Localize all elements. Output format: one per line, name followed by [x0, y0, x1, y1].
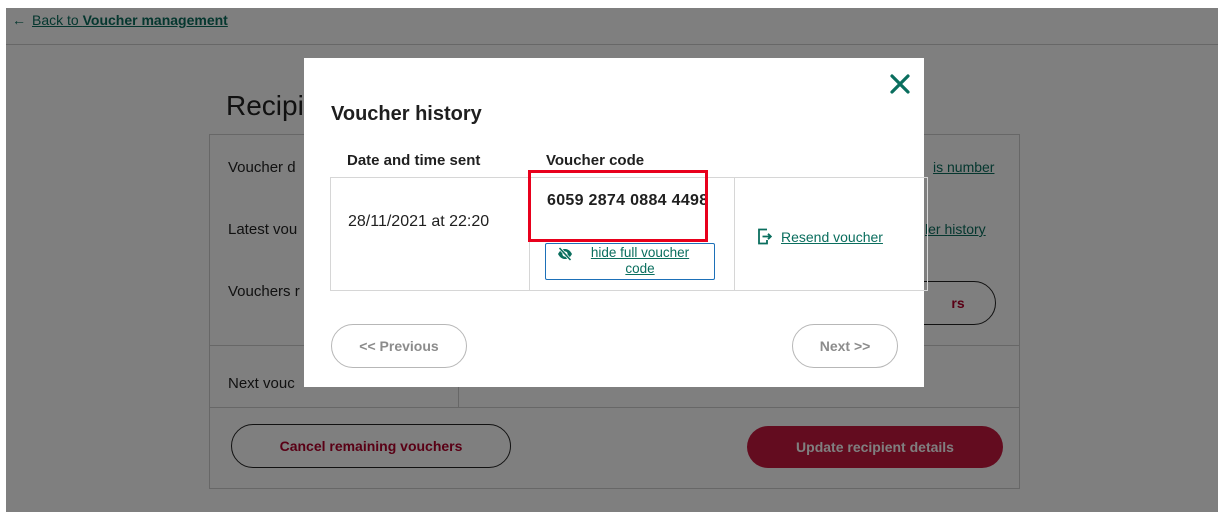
next-page-button[interactable]: Next >> — [792, 324, 898, 368]
page-frame: ←Back to Voucher management Recipi Vouch… — [6, 8, 1218, 512]
resend-voucher-link[interactable]: Resend voucher — [757, 228, 883, 245]
resend-voucher-label: Resend voucher — [781, 228, 883, 245]
hide-full-voucher-code-button[interactable]: hide full voucher code — [545, 243, 715, 280]
modal-title: Voucher history — [331, 103, 482, 125]
close-icon[interactable] — [888, 72, 912, 96]
column-divider — [734, 178, 735, 290]
resend-icon — [758, 228, 772, 245]
date-sent-cell: 28/11/2021 at 22:20 — [348, 213, 490, 230]
column-header-date: Date and time sent — [347, 152, 481, 169]
voucher-history-modal: Voucher history Date and time sent Vouch… — [304, 58, 928, 387]
previous-page-button[interactable]: << Previous — [331, 324, 467, 368]
hide-full-voucher-code-label: hide full voucher code — [590, 245, 690, 276]
eye-slash-icon — [558, 246, 572, 262]
column-header-voucher-code: Voucher code — [546, 152, 645, 169]
voucher-code-highlight — [528, 170, 708, 242]
